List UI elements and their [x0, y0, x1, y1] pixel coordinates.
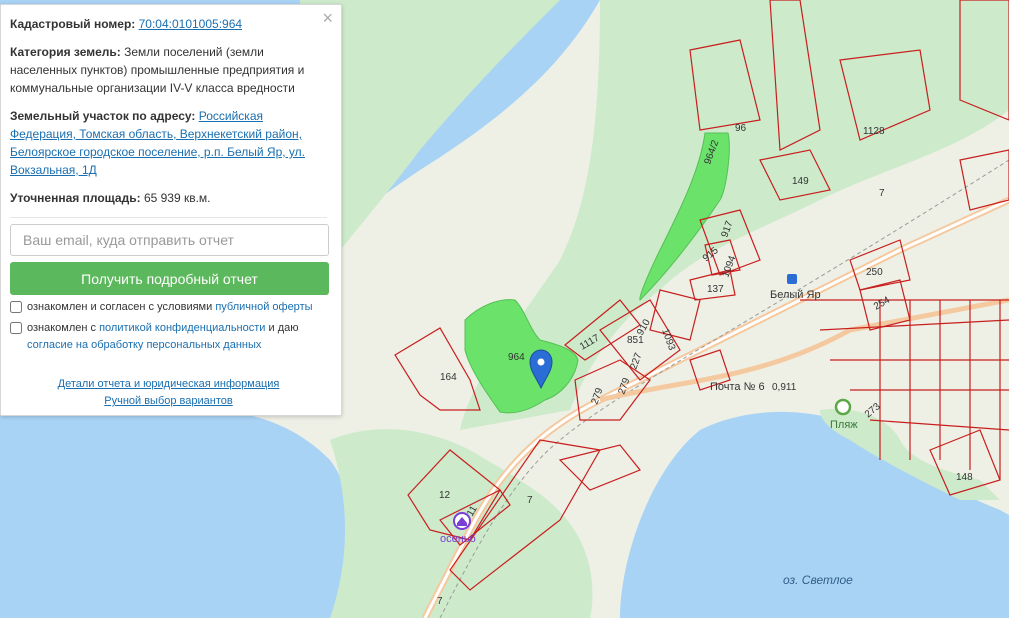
post-label: Почта № 6	[710, 381, 765, 393]
offer-agreement: ознакомлен и согласен с условиями публич…	[10, 299, 327, 316]
offer-text: ознакомлен и согласен с условиями публич…	[27, 299, 313, 316]
privacy-agreement: ознакомлен с политикой конфиденциальност…	[10, 320, 327, 354]
parcel-label: 148	[956, 472, 973, 483]
divider	[10, 217, 327, 218]
manual-choice-link[interactable]: Ручной выбор вариантов	[10, 393, 327, 410]
area-label: Уточненная площадь:	[10, 191, 141, 205]
parcel-label: 0,911	[772, 382, 797, 393]
parcel-label: 851	[627, 335, 644, 346]
parcel-label: 7	[437, 596, 443, 607]
parcel-label: 7	[879, 188, 885, 199]
footer-links: Детали отчета и юридическая информация Р…	[10, 376, 327, 410]
parcel-label: 149	[792, 176, 809, 187]
home-icon[interactable]	[453, 512, 471, 530]
beach-icon[interactable]	[834, 398, 852, 416]
privacy-text: ознакомлен с политикой конфиденциальност…	[27, 320, 327, 354]
parcel-label: 1128	[863, 126, 885, 137]
cadastral-label: Кадастровый номер:	[10, 17, 136, 31]
address-row: Земельный участок по адресу: Российская …	[10, 107, 327, 179]
data-consent-link[interactable]: согласие на обработку персональных данны…	[27, 339, 261, 351]
privacy-checkbox[interactable]	[10, 322, 22, 334]
parcel-label: 12	[439, 490, 451, 501]
privacy-mid: и даю	[268, 322, 299, 334]
email-input[interactable]	[10, 224, 329, 256]
get-report-button[interactable]: Получить подробный отчет	[10, 262, 329, 295]
parcel-label: 137	[707, 284, 724, 295]
category-row: Категория земель: Земли поселений (земли…	[10, 43, 327, 97]
privacy-policy-link[interactable]: политикой конфиденциальности	[99, 322, 265, 334]
parcel-label: 96	[735, 123, 747, 134]
details-link[interactable]: Детали отчета и юридическая информация	[10, 376, 327, 393]
offer-prefix: ознакомлен и согласен с условиями	[27, 301, 213, 313]
privacy-prefix: ознакомлен с	[27, 322, 97, 334]
category-label: Категория земель:	[10, 45, 121, 59]
address-label: Земельный участок по адресу:	[10, 109, 196, 123]
parcel-label: 964	[508, 352, 525, 363]
parcel-info-panel: × Кадастровый номер: 70:04:0101005:964 К…	[0, 4, 342, 416]
close-icon[interactable]: ×	[322, 9, 333, 27]
cadastral-number-link[interactable]: 70:04:0101005:964	[139, 17, 242, 31]
offer-checkbox[interactable]	[10, 301, 22, 313]
parcel-label: 164	[440, 372, 457, 383]
area-value: 65 939 кв.м.	[143, 191, 211, 205]
parcel-label: 250	[866, 267, 883, 278]
station-label: Белый Яр	[770, 289, 821, 301]
beach-label: Пляж	[830, 419, 858, 431]
bus-stop-icon[interactable]	[787, 274, 797, 284]
offer-link[interactable]: публичной оферты	[215, 301, 312, 313]
area-row: Уточненная площадь: 65 939 кв.м.	[10, 189, 327, 207]
lake-label: оз. Светлое	[783, 573, 853, 587]
parcel-label: 7	[527, 495, 533, 506]
cadastral-row: Кадастровый номер: 70:04:0101005:964	[10, 15, 327, 33]
place-label: осеньб	[440, 533, 476, 545]
